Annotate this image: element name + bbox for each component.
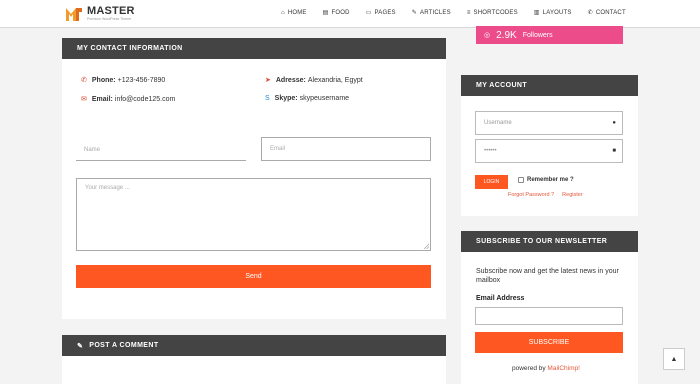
articles-icon: ✎ xyxy=(411,10,417,16)
logo-title: MASTER xyxy=(87,5,135,17)
scroll-to-top-button[interactable]: ▲ xyxy=(663,348,685,370)
nav-item-food[interactable]: ▤ FOOD xyxy=(322,9,350,17)
nav-item-layouts[interactable]: ▥ LAYOUTS xyxy=(533,9,572,17)
followers-label: Followers xyxy=(522,31,553,39)
nav-item-pages[interactable]: ▭ PAGES xyxy=(365,9,396,17)
user-icon: ● xyxy=(612,120,616,126)
phone-info: ✆ Phone: +123-456-7890 xyxy=(81,76,166,85)
home-icon: ⌂ xyxy=(281,9,285,16)
nav-item-contact[interactable]: ✆ CONTACT xyxy=(587,9,626,17)
phone-icon: ✆ xyxy=(587,10,593,16)
contact-info-card: MY CONTACT INFORMATION ✆ Phone: +123-456… xyxy=(62,38,446,319)
nav-item-label: SHORTCODES xyxy=(473,9,518,16)
email-label: Email: xyxy=(91,95,113,103)
envelope-icon: ✉ xyxy=(81,96,87,103)
send-button[interactable]: Send xyxy=(76,265,431,288)
nav-item-label: LAYOUTS xyxy=(542,9,572,16)
layouts-icon: ▥ xyxy=(533,10,540,16)
checkbox-box[interactable] xyxy=(518,177,524,183)
nav-item-label: FOOD xyxy=(331,9,350,16)
email-input[interactable]: Email xyxy=(261,137,431,161)
skype-icon: S xyxy=(265,95,270,102)
password-placeholder: •••••• xyxy=(484,148,497,154)
site-logo[interactable]: MASTER Premium WordPress Theme xyxy=(64,4,135,24)
logo-mark-icon xyxy=(64,4,84,24)
nav-item-label: HOME xyxy=(287,9,307,16)
skype-info: S Skype: skypeusername xyxy=(265,95,349,102)
powered-by-text: powered by MailChimp! xyxy=(512,365,580,372)
followers-count: 2.9K xyxy=(496,29,517,41)
comment-card-header: ✎ POST A COMMENT xyxy=(62,335,446,356)
message-textarea[interactable]: Your message ... xyxy=(76,178,431,251)
my-account-card: MY ACCOUNT Username ● •••••• ■ LOGIN Rem… xyxy=(461,75,638,216)
remember-me-label: Remember me ? xyxy=(527,177,574,183)
nav-item-label: ARTICLES xyxy=(420,9,451,16)
forgot-password-link[interactable]: Forgot Password ? xyxy=(508,192,554,198)
nav-item-label: CONTACT xyxy=(595,9,626,16)
username-input[interactable]: Username ● xyxy=(475,111,623,135)
email-info: ✉ Email: info@code125.com xyxy=(81,95,175,104)
newsletter-card-title: SUBSCRIBE TO OUR NEWSLETTER xyxy=(461,231,638,252)
powered-prefix: powered by xyxy=(512,365,548,372)
address-info: ➤ Adresse: Alexandria, Egypt xyxy=(265,76,363,85)
phone-label: Phone: xyxy=(91,76,116,84)
main-nav: ⌂ HOME ▤ FOOD ▭ PAGES ✎ ARTICLES ≡ SHORT… xyxy=(281,9,642,17)
username-placeholder: Username xyxy=(484,120,512,126)
login-button[interactable]: LOGIN xyxy=(475,175,508,189)
skype-label: Skype: xyxy=(274,95,298,102)
newsletter-description: Subscribe now and get the latest news in… xyxy=(476,268,619,284)
post-comment-card: ✎ POST A COMMENT xyxy=(62,335,446,384)
phone-icon: ✆ xyxy=(81,77,87,84)
skype-value: skypeusername xyxy=(299,95,350,102)
newsletter-email-input[interactable] xyxy=(475,307,623,325)
name-input[interactable]: Name xyxy=(76,139,246,161)
nav-item-label: PAGES xyxy=(374,9,396,16)
message-placeholder: Your message ... xyxy=(85,185,130,191)
lock-icon: ■ xyxy=(612,148,616,154)
pencil-icon: ✎ xyxy=(77,342,84,350)
account-card-title: MY ACCOUNT xyxy=(461,75,638,96)
remember-me-checkbox[interactable]: Remember me ? xyxy=(518,177,574,183)
password-input[interactable]: •••••• ■ xyxy=(475,139,623,163)
dribbble-followers-counter[interactable]: ◎ 2.9K Followers xyxy=(476,26,623,44)
subscribe-button[interactable]: SUBSCRIBE xyxy=(475,332,623,353)
nav-item-articles[interactable]: ✎ ARTICLES xyxy=(411,9,451,17)
nav-item-shortcodes[interactable]: ≡ SHORTCODES xyxy=(467,9,518,16)
food-icon: ▤ xyxy=(322,10,329,16)
address-value: Alexandria, Egypt xyxy=(307,76,363,84)
newsletter-email-label: Email Address xyxy=(476,295,525,302)
comment-card-title: POST A COMMENT xyxy=(89,342,159,349)
nav-item-home[interactable]: ⌂ HOME xyxy=(281,9,307,16)
shortcodes-icon: ≡ xyxy=(466,9,471,16)
resize-handle-icon[interactable] xyxy=(423,243,429,249)
mailchimp-link[interactable]: MailChimp! xyxy=(547,365,580,372)
logo-subtitle: Premium WordPress Theme xyxy=(87,17,132,21)
top-navigation-bar: MASTER Premium WordPress Theme ⌂ HOME ▤ … xyxy=(0,0,700,28)
newsletter-card: SUBSCRIBE TO OUR NEWSLETTER Subscribe no… xyxy=(461,231,638,384)
register-link[interactable]: Register xyxy=(562,192,582,198)
dribbble-icon: ◎ xyxy=(484,32,491,39)
phone-value: +123-456-7890 xyxy=(117,76,166,84)
location-arrow-icon: ➤ xyxy=(265,77,271,84)
pages-icon: ▭ xyxy=(365,10,372,16)
email-value[interactable]: info@code125.com xyxy=(115,96,175,103)
contact-card-title: MY CONTACT INFORMATION xyxy=(62,38,446,59)
caret-up-icon: ▲ xyxy=(670,355,678,363)
account-links: Forgot Password ? Register xyxy=(508,192,591,198)
address-label: Adresse: xyxy=(275,76,306,84)
